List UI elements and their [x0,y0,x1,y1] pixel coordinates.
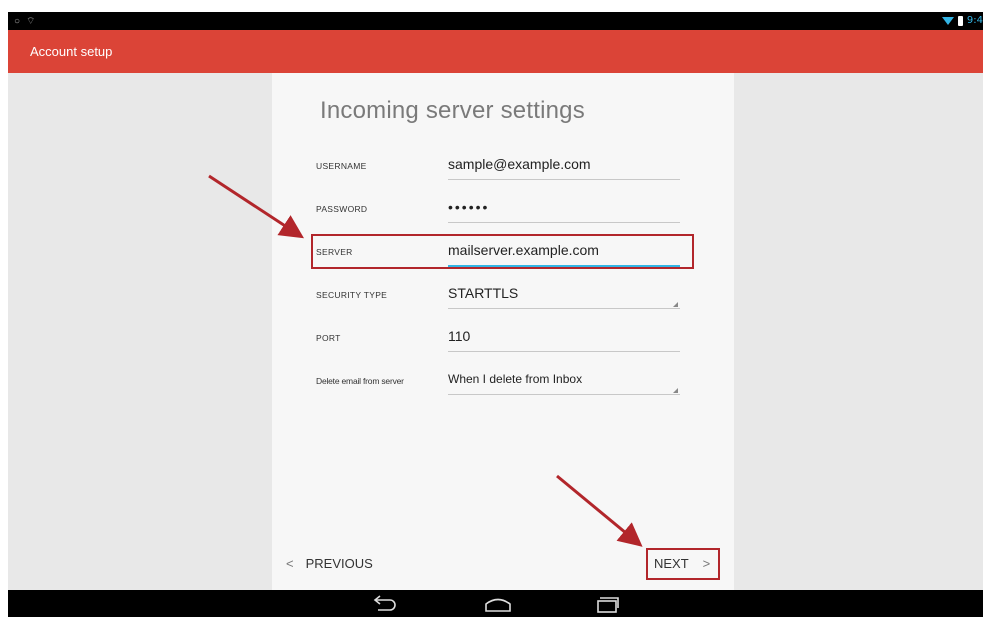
action-bar-title: Account setup [30,44,113,59]
status-bar: ○ ⌔ 9:4 [8,12,983,30]
password-row: PASSWORD •••••• [272,194,734,226]
delete-email-row: Delete email from server When I delete f… [272,366,734,398]
battery-icon [957,15,963,26]
wifi-icon [941,16,954,25]
settings-card: Incoming server settings USERNAME sample… [272,73,734,590]
signal-icon: ⌔ [26,16,36,27]
screen: ○ ⌔ 9:4 Account setup Incoming server se… [0,0,983,617]
dropdown-caret-icon [673,388,678,393]
action-bar: Account setup [8,30,983,73]
port-row: PORT 110 [272,323,734,355]
delete-email-label: Delete email from server [316,376,404,386]
server-highlight-box [311,234,694,269]
previous-label: PREVIOUS [305,556,373,571]
username-label: USERNAME [316,161,367,171]
security-type-label: SECURITY TYPE [316,290,388,300]
password-underline [448,222,680,223]
delete-email-underline [448,394,680,395]
password-label: PASSWORD [316,204,368,214]
home-icon[interactable] [482,595,514,613]
status-right: 9:4 [941,15,983,26]
security-type-row: SECURITY TYPE STARTTLS [272,280,734,312]
security-type-select[interactable]: STARTTLS [448,285,518,301]
delete-email-select[interactable]: When I delete from Inbox [448,372,582,386]
previous-button[interactable]: < PREVIOUS [286,556,373,571]
port-field[interactable]: 110 [448,328,470,344]
chevron-left-icon: < [286,556,294,571]
circle-icon: ○ [14,16,21,27]
username-underline [448,179,680,180]
status-time: 9:4 [966,15,983,26]
back-icon[interactable] [368,595,400,613]
port-underline [448,351,680,352]
navigation-bar [8,590,983,617]
security-type-underline [448,308,680,309]
recents-icon[interactable] [591,595,623,613]
username-field[interactable]: sample@example.com [448,156,591,172]
port-label: PORT [316,333,341,343]
status-left: ○ ⌔ [14,15,35,28]
next-highlight-box [646,548,720,580]
password-field[interactable]: •••••• [448,199,489,215]
page-title: Incoming server settings [320,97,585,124]
username-row: USERNAME sample@example.com [272,151,734,183]
dropdown-caret-icon [673,302,678,307]
